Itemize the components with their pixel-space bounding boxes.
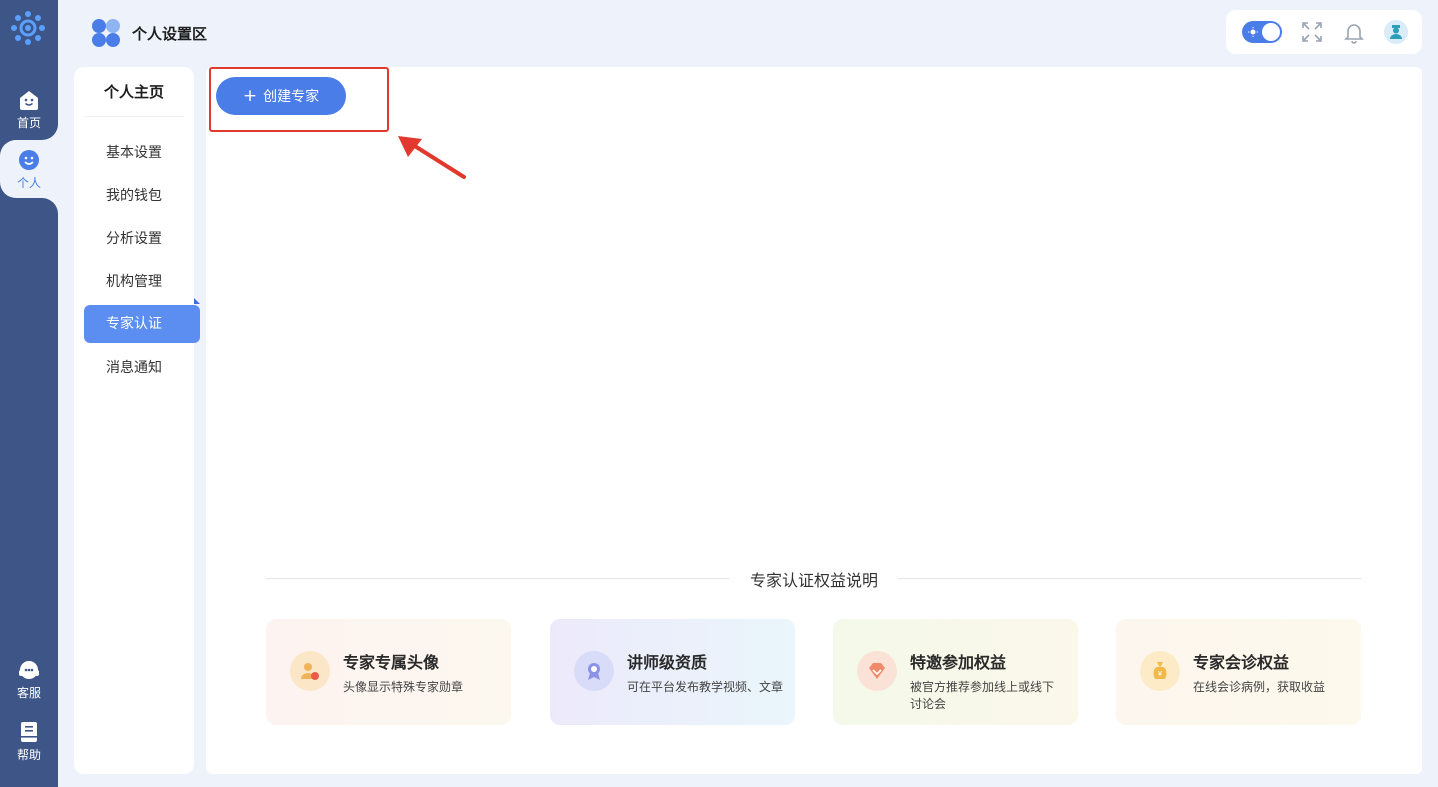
section-logo-icon bbox=[92, 19, 120, 47]
benefit-card-lecturer: 讲师级资质 可在平台发布教学视频、文章 bbox=[550, 619, 795, 725]
headset-icon bbox=[19, 660, 39, 679]
book-icon bbox=[21, 721, 37, 742]
doctor-icon bbox=[1390, 25, 1402, 39]
medal-icon bbox=[574, 651, 614, 691]
home-icon bbox=[20, 90, 38, 110]
pointer-arrow-icon bbox=[398, 136, 466, 179]
subnav-item-expert-certification[interactable]: 专家认证 bbox=[84, 305, 200, 343]
rail-item-label: 客服 bbox=[16, 685, 41, 700]
create-expert-button[interactable]: + 创建专家 bbox=[216, 77, 346, 115]
benefit-desc: 在线会诊病例，获取收益 bbox=[1193, 680, 1326, 694]
benefit-desc: 被官方推荐参加线上或线下讨论会 bbox=[910, 680, 1055, 711]
subnav-item-basic-settings[interactable]: 基本设置 bbox=[84, 134, 200, 172]
rail-item-home[interactable]: 首页 bbox=[0, 80, 58, 138]
rail-item-help[interactable]: 帮助 bbox=[0, 712, 58, 770]
rail-item-service[interactable]: 客服 bbox=[0, 650, 58, 708]
fullscreen-icon[interactable] bbox=[1300, 20, 1324, 44]
subnav-item-organization[interactable]: 机构管理 bbox=[84, 263, 200, 301]
settings-subnav: 个人主页 基本设置 我的钱包 分析设置 机构管理 专家认证 消息通知 bbox=[74, 67, 200, 774]
benefit-title: 特邀参加权益 bbox=[910, 653, 1007, 672]
benefit-desc: 可在平台发布教学视频、文章 bbox=[627, 680, 784, 694]
subnav-item-wallet[interactable]: 我的钱包 bbox=[84, 177, 200, 215]
rail-item-label: 个人 bbox=[16, 175, 41, 190]
subnav-item-notifications[interactable]: 消息通知 bbox=[84, 349, 200, 387]
theme-toggle[interactable] bbox=[1242, 21, 1282, 43]
expert-avatar-icon bbox=[290, 651, 330, 691]
main-panel: + 创建专家 专家认证权益说明 专家专属头像 头像显示特殊专家勋章 讲师级资质 … bbox=[206, 67, 1422, 774]
benefits-title-wrap: 专家认证权益说明 bbox=[266, 567, 1362, 591]
bell-icon[interactable] bbox=[1342, 20, 1366, 44]
subnav-title[interactable]: 个人主页 bbox=[74, 67, 194, 117]
subnav-item-analysis-settings[interactable]: 分析设置 bbox=[84, 220, 200, 258]
header-toolbar bbox=[1226, 10, 1422, 54]
rail-item-label: 帮助 bbox=[16, 747, 41, 762]
benefit-card-invited: 特邀参加权益 被官方推荐参加线上或线下讨论会 bbox=[833, 619, 1078, 725]
rail-item-personal[interactable]: 个人 bbox=[0, 140, 58, 198]
benefit-title: 专家专属头像 bbox=[343, 653, 440, 672]
benefit-title: 讲师级资质 bbox=[627, 653, 708, 672]
create-expert-label: 创建专家 bbox=[263, 89, 320, 105]
benefit-card-expert-avatar: 专家专属头像 头像显示特殊专家勋章 bbox=[266, 619, 511, 725]
smile-icon bbox=[19, 149, 39, 170]
money-bag-icon: ¥ bbox=[1140, 651, 1180, 691]
benefit-desc: 头像显示特殊专家勋章 bbox=[343, 680, 464, 694]
rail-item-label: 首页 bbox=[16, 115, 41, 130]
benefits-header: 专家认证权益说明 bbox=[266, 567, 1362, 591]
page-title: 个人设置区 bbox=[132, 25, 208, 43]
divider bbox=[84, 116, 184, 117]
rail-curve bbox=[0, 198, 58, 214]
user-avatar[interactable] bbox=[1384, 20, 1408, 44]
toggle-knob bbox=[1262, 23, 1280, 41]
diamond-icon bbox=[857, 651, 897, 691]
benefits-title: 专家认证权益说明 bbox=[735, 571, 892, 590]
app-logo-icon[interactable] bbox=[10, 10, 46, 46]
benefit-title: 专家会诊权益 bbox=[1193, 653, 1290, 672]
sun-icon bbox=[1248, 27, 1258, 37]
plus-icon: + bbox=[242, 85, 258, 106]
svg-text:¥: ¥ bbox=[1158, 670, 1163, 678]
active-indicator bbox=[194, 298, 200, 304]
benefit-card-consultation: ¥ 专家会诊权益 在线会诊病例，获取收益 bbox=[1116, 619, 1361, 725]
